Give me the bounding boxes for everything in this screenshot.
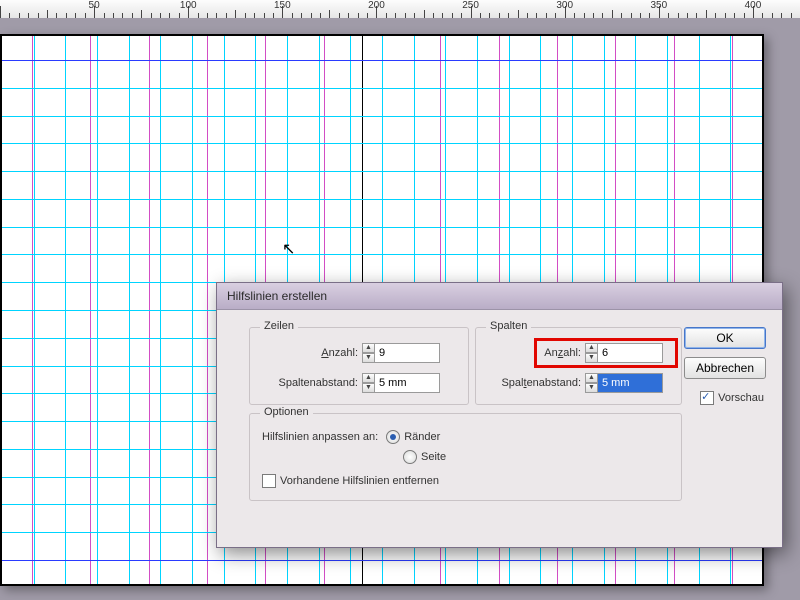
rows-count-stepper[interactable]: ▲▼ bbox=[362, 343, 440, 363]
ok-button[interactable]: OK bbox=[684, 327, 766, 349]
guide-v bbox=[192, 36, 193, 584]
guide-h bbox=[2, 143, 762, 144]
preview-label: Vorschau bbox=[718, 392, 764, 404]
guide-h bbox=[2, 88, 762, 89]
fit-guides-label: Hilfslinien anpassen an: bbox=[262, 431, 378, 443]
guide-h bbox=[2, 116, 762, 117]
cols-count-label: Anzahl: bbox=[476, 347, 581, 359]
rows-group: Zeilen Anzahl: ▲▼ Spaltenabstand: ▲▼ bbox=[249, 327, 469, 405]
create-guides-dialog: Hilfslinien erstellen Zeilen Anzahl: ▲▼ … bbox=[216, 282, 783, 548]
margin-guide bbox=[32, 36, 33, 584]
row-guide bbox=[2, 60, 762, 61]
guide-h bbox=[2, 171, 762, 172]
stepper-up-icon[interactable]: ▲ bbox=[362, 373, 375, 383]
guide-v bbox=[160, 36, 161, 584]
rows-gutter-label: Spaltenabstand: bbox=[250, 377, 358, 389]
cols-group-label: Spalten bbox=[486, 320, 531, 332]
rows-count-label: Anzahl: bbox=[250, 347, 358, 359]
cols-count-input[interactable] bbox=[598, 343, 663, 363]
fit-margins-radio[interactable]: Ränder bbox=[386, 430, 440, 444]
stepper-down-icon[interactable]: ▼ bbox=[585, 353, 598, 363]
guide-h bbox=[2, 199, 762, 200]
guide-v bbox=[34, 36, 35, 584]
options-group: Optionen Hilfslinien anpassen an: Ränder… bbox=[249, 413, 682, 501]
cols-group: Spalten Anzahl: ▲▼ Spaltenabstand: ▲▼ bbox=[475, 327, 682, 405]
guide-h bbox=[2, 227, 762, 228]
rows-gutter-stepper[interactable]: ▲▼ bbox=[362, 373, 440, 393]
guide-v bbox=[129, 36, 130, 584]
rows-gutter-input[interactable] bbox=[375, 373, 440, 393]
options-group-label: Optionen bbox=[260, 406, 313, 418]
row-guide bbox=[2, 116, 762, 117]
stepper-up-icon[interactable]: ▲ bbox=[362, 343, 375, 353]
guide-h bbox=[2, 254, 762, 255]
margin-guide bbox=[2, 560, 762, 561]
preview-checkbox[interactable]: Vorschau bbox=[700, 391, 764, 405]
remove-existing-checkbox[interactable]: Vorhandene Hilfslinien entfernen bbox=[262, 474, 439, 488]
fit-page-radio[interactable]: Seite bbox=[403, 450, 446, 464]
column-guide bbox=[149, 36, 150, 584]
column-guide bbox=[207, 36, 208, 584]
column-guide bbox=[90, 36, 91, 584]
cols-gutter-label: Spaltenabstand: bbox=[476, 377, 581, 389]
stepper-up-icon[interactable]: ▲ bbox=[585, 373, 598, 383]
stepper-up-icon[interactable]: ▲ bbox=[585, 343, 598, 353]
remove-existing-label: Vorhandene Hilfslinien entfernen bbox=[280, 475, 439, 487]
cols-gutter-stepper[interactable]: ▲▼ bbox=[585, 373, 663, 393]
cols-gutter-input[interactable] bbox=[598, 373, 663, 393]
margin-guide bbox=[2, 60, 762, 61]
dialog-title[interactable]: Hilfslinien erstellen bbox=[217, 283, 782, 310]
row-guide bbox=[2, 560, 762, 561]
fit-page-label: Seite bbox=[421, 451, 446, 463]
stepper-down-icon[interactable]: ▼ bbox=[362, 353, 375, 363]
rows-group-label: Zeilen bbox=[260, 320, 298, 332]
cols-count-stepper[interactable]: ▲▼ bbox=[585, 343, 663, 363]
rows-count-input[interactable] bbox=[375, 343, 440, 363]
row-guide bbox=[2, 171, 762, 172]
cancel-button[interactable]: Abbrechen bbox=[684, 357, 766, 379]
row-guide bbox=[2, 227, 762, 228]
stepper-down-icon[interactable]: ▼ bbox=[585, 383, 598, 393]
guide-v bbox=[97, 36, 98, 584]
guide-v bbox=[65, 36, 66, 584]
ruler-horizontal: 50100150200250300350400 bbox=[0, 0, 800, 19]
stepper-down-icon[interactable]: ▼ bbox=[362, 383, 375, 393]
fit-margins-label: Ränder bbox=[404, 431, 440, 443]
